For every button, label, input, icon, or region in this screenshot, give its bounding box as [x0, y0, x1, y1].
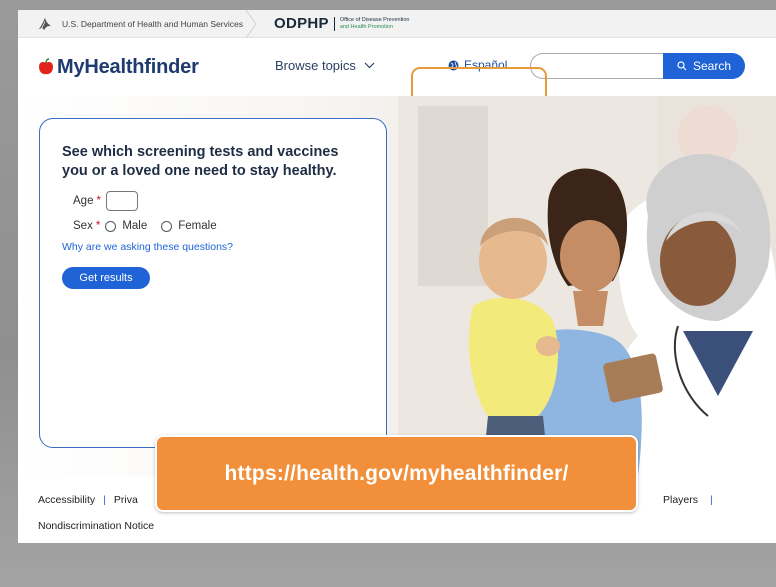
age-input[interactable]	[105, 191, 138, 211]
url-callout-banner: https://health.gov/myhealthfinder/	[155, 435, 638, 512]
female-radio[interactable]	[161, 220, 173, 232]
male-radio[interactable]	[105, 220, 117, 232]
url-callout-text: https://health.gov/myhealthfinder/	[224, 461, 569, 485]
odphp-logo[interactable]: ODPHP Office of Disease Prevention and H…	[274, 15, 409, 32]
odphp-subtitle: Office of Disease Prevention and Health …	[340, 17, 410, 30]
browse-topics-menu[interactable]: Browse topics	[275, 58, 375, 73]
why-asking-link[interactable]: Why are we asking these questions?	[62, 241, 364, 253]
footer-separator: |	[710, 494, 713, 506]
logo-text: MyHealthfinder	[57, 55, 199, 78]
odphp-wordmark: ODPHP	[274, 15, 329, 32]
hhs-link[interactable]: U.S. Department of Health and Human Serv…	[18, 10, 258, 38]
search-input[interactable]	[530, 53, 663, 79]
form-title: See which screening tests and vaccines y…	[62, 144, 339, 179]
players-link[interactable]: Players	[663, 494, 698, 506]
site-header: MyHealthfinder Browse topics Español Sea…	[18, 38, 776, 113]
browse-topics-label: Browse topics	[275, 58, 356, 73]
sex-label: Sex	[73, 220, 93, 232]
site-logo[interactable]: MyHealthfinder	[38, 56, 199, 79]
odphp-subtitle-line2: and Health Promotion	[339, 23, 394, 30]
search-button-label: Search	[692, 59, 732, 73]
female-label[interactable]: Female	[178, 220, 216, 232]
odphp-subtitle-line1: Office of Disease Prevention	[339, 17, 410, 23]
hhs-eagle-icon	[38, 17, 52, 30]
footer-links-row: Accessibility | Priva	[38, 494, 138, 506]
search-form: Search	[530, 53, 745, 79]
gov-banner: U.S. Department of Health and Human Serv…	[18, 10, 776, 38]
nondiscrimination-link[interactable]: Nondiscrimination Notice	[38, 520, 154, 532]
footer-links-right: Players |	[663, 494, 713, 506]
get-results-button[interactable]: Get results	[62, 267, 150, 289]
hhs-label: U.S. Department of Health and Human Serv…	[62, 18, 243, 29]
footer-separator: |	[103, 494, 106, 506]
screening-form-card: See which screening tests and vaccines y…	[39, 118, 387, 448]
breadcrumb-chevron-icon	[245, 10, 257, 38]
odphp-divider	[333, 16, 335, 31]
sex-required-mark: *	[95, 220, 101, 232]
chevron-down-icon	[364, 62, 375, 69]
age-label: Age	[73, 195, 94, 207]
age-field-row: Age *	[73, 191, 364, 211]
male-label[interactable]: Male	[122, 220, 147, 232]
sex-field-row: Sex * Male Female	[73, 220, 364, 232]
search-icon	[677, 61, 687, 71]
apple-logo-icon	[39, 58, 53, 75]
accessibility-link[interactable]: Accessibility	[38, 494, 95, 506]
search-button[interactable]: Search	[663, 53, 745, 79]
age-required-mark: *	[96, 195, 101, 207]
privacy-link[interactable]: Priva	[114, 494, 138, 506]
